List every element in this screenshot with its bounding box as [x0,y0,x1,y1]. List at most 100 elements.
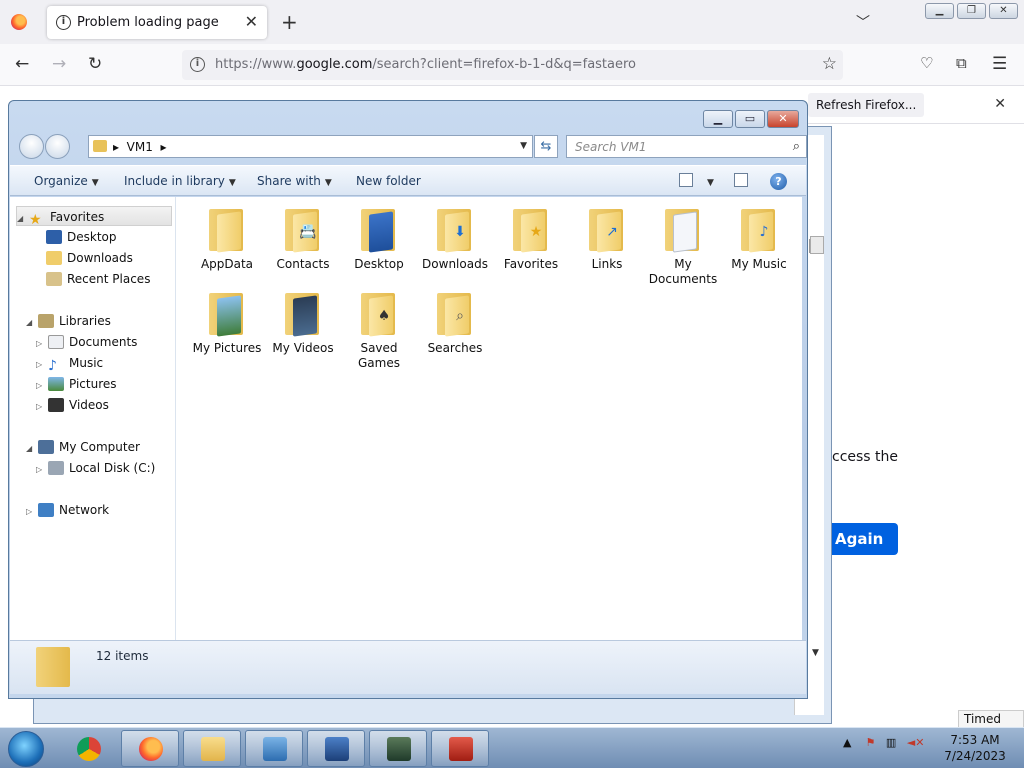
pocket-icon[interactable]: ♡ [920,54,933,72]
nav-documents[interactable]: ▷ Documents [36,332,137,352]
explorer-window: ▁ ▭ ✕ ▸ VM1 ▸ ▼ ⇆ Search VM1 ⌕ Organize ▼… [8,100,808,699]
taskbar-monitor[interactable] [369,730,427,767]
bookmark-star-icon[interactable]: ☆ [822,54,837,74]
folder-contacts[interactable]: 📇 Contacts [266,207,340,272]
taskbar-network-app[interactable] [245,730,303,767]
firefox-tab-strip: i Problem loading page ✕ + ﹀ ▁ ❐ ✕ [0,0,1024,44]
minimize-button[interactable]: ▁ [925,3,954,19]
url-bar[interactable]: i https://www.google.com/search?client=f… [182,50,843,80]
music-note-icon: ♪ [48,358,57,374]
taskbar-toolbox[interactable] [431,730,489,767]
explorer-close-button[interactable]: ✕ [767,110,799,128]
search-input[interactable]: Search VM1 ⌕ [566,135,807,158]
page-scrollbar-thumb[interactable] [810,236,824,254]
folder-desktop[interactable]: Desktop [342,207,416,272]
nav-local-disk[interactable]: ▷ Local Disk (C:) [36,458,155,478]
pictures-icon [48,377,64,391]
hard-disk-icon [48,461,64,475]
back-arrow-icon[interactable]: ← [15,54,29,74]
close-notification-icon[interactable]: ✕ [994,96,1006,112]
refresh-firefox-button[interactable]: Refresh Firefox... [808,93,925,117]
nav-libraries[interactable]: ◢ Libraries [26,311,111,331]
volume-muted-icon[interactable]: ◄✕ [907,736,925,749]
folder-links[interactable]: ↗ Links [570,207,644,272]
include-in-library-button[interactable]: Include in library ▼ [124,174,236,188]
nav-music[interactable]: ▷ ♪ Music [36,353,103,374]
folder-favorites[interactable]: ★ Favorites [494,207,568,272]
file-list: AppData 📇 Contacts Desktop ⬇ Downloads ★… [176,197,802,640]
new-tab-button[interactable]: + [281,10,298,34]
start-button[interactable] [8,731,44,767]
chrome-icon [77,737,101,761]
status-bar: 12 items [10,640,806,694]
search-icon[interactable]: ⌕ [793,139,800,154]
menu-icon[interactable]: ☰ [992,54,1007,74]
new-folder-button[interactable]: New folder [356,174,421,188]
explorer-maximize-button[interactable]: ▭ [735,110,765,128]
downloads-icon: ⬇ [437,207,473,253]
explorer-back-button[interactable] [19,134,44,159]
tab-title: Problem loading page [77,15,219,30]
try-again-button[interactable]: Again [830,523,898,555]
share-with-button[interactable]: Share with ▼ [257,174,332,188]
scroll-down-arrow-icon[interactable]: ▼ [812,648,819,658]
taskbar-remote-desktop[interactable] [307,730,365,767]
close-tab-icon[interactable]: ✕ [245,12,258,31]
change-view-icon[interactable] [679,173,693,187]
tray-expand-icon[interactable]: ▲ [843,736,851,749]
nav-network[interactable]: ▷ Network [26,500,109,520]
close-window-button[interactable]: ✕ [989,3,1018,19]
explorer-forward-button[interactable] [45,134,70,159]
preview-pane-icon[interactable] [734,173,748,187]
extensions-icon[interactable]: ⧉ [956,54,967,72]
folder-searches[interactable]: ⌕ Searches [418,291,492,356]
folder-appdata[interactable]: AppData [190,207,264,272]
explorer-minimize-button[interactable]: ▁ [703,110,733,128]
nav-recent-places[interactable]: Recent Places [46,269,150,289]
monitor-icon [387,737,411,761]
address-bar[interactable]: ▸ VM1 ▸ ▼ [88,135,533,158]
taskbar: ▲ ⚑ ▥ ◄✕ 7:53 AM 7/24/2023 [0,727,1024,768]
nav-downloads[interactable]: Downloads [46,248,133,268]
help-icon[interactable]: ? [770,173,787,190]
restore-button[interactable]: ❐ [957,3,986,19]
nav-desktop[interactable]: Desktop [46,227,117,247]
tab-problem-loading[interactable]: i Problem loading page ✕ [47,6,267,39]
folder-my-videos[interactable]: My Videos [266,291,340,356]
clock[interactable]: 7:53 AM 7/24/2023 [940,732,1010,764]
computer-icon [38,440,54,454]
nav-pictures[interactable]: ▷ Pictures [36,374,117,394]
folder-my-pictures[interactable]: My Pictures [190,291,264,356]
list-tabs-chevron-icon[interactable]: ﹀ [856,12,870,32]
firefox-icon [139,737,163,761]
folder-my-music[interactable]: ♪ My Music [722,207,796,272]
reload-icon[interactable]: ↻ [88,54,102,74]
network-status-icon[interactable]: ▥ [886,736,896,749]
favorites-icon: ★ [513,207,549,253]
url-text[interactable]: https://www.google.com/search?client=fir… [215,57,636,72]
folder-downloads[interactable]: ⬇ Downloads [418,207,492,272]
address-dropdown-icon[interactable]: ▼ [520,141,527,151]
refresh-icon[interactable]: ⇆ [534,135,558,158]
folder-my-documents[interactable]: My Documents [646,207,720,287]
folder-saved-games[interactable]: ♠ Saved Games [342,291,416,371]
nav-favorites[interactable]: ◢ ★ Favorites [16,206,172,228]
firefox-icon[interactable] [11,14,27,30]
taskbar-explorer[interactable] [183,730,241,767]
taskbar-chrome[interactable] [59,730,117,767]
clock-time: 7:53 AM [950,733,1000,747]
taskbar-firefox[interactable] [121,730,179,767]
videos-icon [48,398,64,412]
nav-my-computer[interactable]: ◢ My Computer [26,437,140,457]
navigation-pane: ◢ ★ Favorites Desktop Downloads Recent Pla… [10,197,176,640]
forward-arrow-icon[interactable]: → [52,54,66,74]
organize-button[interactable]: Organize ▼ [34,174,99,188]
action-center-icon[interactable]: ⚑ [865,736,875,749]
site-info-icon[interactable]: i [190,57,205,72]
view-options-chevron-icon[interactable]: ▼ [703,174,714,188]
window-controls: ▁ ❐ ✕ [925,3,1018,19]
saved-games-icon: ♠ [361,291,397,337]
breadcrumb[interactable]: ▸ VM1 ▸ [113,140,167,154]
nav-videos[interactable]: ▷ Videos [36,395,109,415]
desktop-icon [46,230,62,244]
